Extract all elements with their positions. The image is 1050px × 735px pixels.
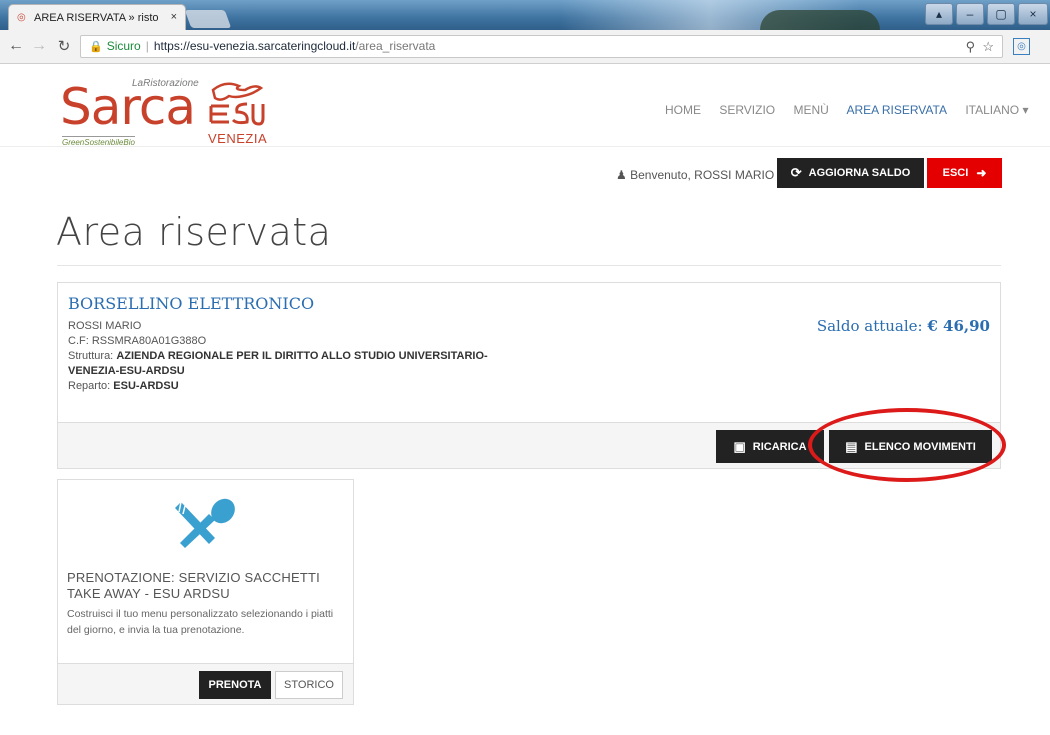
nav-menu[interactable]: MENÙ [793, 103, 828, 117]
elenco-movimenti-label: ELENCO MOVIMENTI [864, 440, 976, 453]
esci-button[interactable]: ESCI ➜ [927, 158, 1002, 188]
wallet-body: BORSELLINO ELETTRONICO ROSSI MARIO C.F: … [58, 283, 1000, 422]
maximize-button[interactable]: ▢ [987, 3, 1015, 25]
window-titlebar: ◎ AREA RISERVATA » risto × ▴ – ▢ × [0, 0, 1050, 30]
winged-lion-icon [209, 82, 265, 126]
reparto-label: Reparto: [68, 380, 111, 392]
nav-language-dropdown[interactable]: ITALIANO ▾ [965, 103, 1028, 117]
lock-icon: 🔒 [89, 41, 103, 53]
url-path: /area_riservata [355, 39, 436, 53]
service-card-description: Costruisci il tuo menu personalizzato se… [67, 608, 334, 636]
esci-label: ESCI [942, 167, 969, 179]
money-icon: ▣ [733, 438, 746, 454]
titlebar-wallpaper-shape [760, 10, 880, 30]
header-divider [0, 146, 1050, 147]
wallet-codice-fiscale: C.F: RSSMRA80A01G388O [68, 335, 207, 347]
extension-icon[interactable]: ◎ [1013, 38, 1030, 55]
welcome-text: ♟ Benvenuto, ROSSI MARIO [616, 168, 774, 182]
logo-subtitle: LaRistorazione [132, 78, 199, 89]
welcome-label: Benvenuto, ROSSI MARIO [630, 168, 775, 182]
key-icon[interactable]: ⚲ [966, 39, 976, 54]
wallet-actions: ▣ RICARICA ▤ ELENCO MOVIMENTI [58, 422, 1000, 468]
title-divider [57, 265, 1001, 266]
list-icon: ▤ [845, 438, 858, 454]
address-separator: | [145, 39, 149, 53]
secure-label: Sicuro [106, 39, 141, 53]
window-menu-button[interactable]: ▴ [925, 3, 953, 25]
page-title: Area riservata [56, 210, 332, 254]
omnibox-actions: ⚲ ☆ [966, 36, 994, 57]
forward-arrow-icon[interactable]: → [29, 37, 49, 55]
ricarica-button[interactable]: ▣ RICARICA [716, 430, 824, 463]
elenco-movimenti-button[interactable]: ▤ ELENCO MOVIMENTI [829, 430, 992, 463]
nav-area-riservata[interactable]: AREA RISERVATA [847, 103, 947, 117]
window-close-button[interactable]: × [1018, 3, 1048, 25]
refresh-icon: ⟳ [790, 165, 802, 180]
minimize-button[interactable]: – [956, 3, 984, 25]
reparto-value: ESU-ARDSU [113, 380, 179, 392]
service-card: PRENOTAZIONE: SERVIZIO SACCHETTI TAKE AW… [57, 479, 354, 705]
browser-tab[interactable]: ◎ AREA RISERVATA » risto × [8, 4, 186, 30]
new-tab-button[interactable] [184, 10, 232, 28]
wallet-reparto: Reparto: ESU-ARDSU [68, 380, 179, 392]
favicon-icon: ◎ [17, 11, 26, 23]
struttura-value-2: VENEZIA-ESU-ARDSU [68, 365, 185, 377]
wallet-panel: BORSELLINO ELETTRONICO ROSSI MARIO C.F: … [57, 282, 1001, 469]
tab-title: AREA RISERVATA » risto [34, 11, 159, 24]
browser-toolbar: ← → ↻ 🔒 Sicuro | https://esu-venezia.sarcat… [0, 30, 1050, 64]
wallet-struttura-cont: VENEZIA-ESU-ARDSU [68, 365, 185, 377]
main-nav: HOME SERVIZIO MENÙ AREA RISERVATA ITALIA… [665, 103, 1043, 117]
ricarica-label: RICARICA [752, 440, 807, 453]
wallet-holder-name: ROSSI MARIO [68, 320, 142, 332]
wallet-struttura: Struttura: AZIENDA REGIONALE PER IL DIRI… [68, 350, 488, 362]
saldo-label: Saldo attuale: [816, 317, 923, 335]
sign-out-icon: ➜ [976, 166, 987, 180]
saldo-attuale: Saldo attuale: € 46,90 [817, 317, 990, 335]
prenota-button[interactable]: PRENOTA [199, 671, 271, 699]
logo-city: VENEZIA [208, 131, 268, 146]
aggiorna-saldo-button[interactable]: ⟳ AGGIORNA SALDO [777, 158, 924, 188]
tab-close-icon[interactable]: × [171, 11, 177, 23]
bookmark-star-icon[interactable]: ☆ [982, 39, 994, 54]
struttura-value-1: AZIENDA REGIONALE PER IL DIRITTO ALLO ST… [116, 350, 488, 362]
url-host: https://esu-venezia.sarcateringcloud.it [153, 39, 356, 53]
aggiorna-saldo-label: AGGIORNA SALDO [808, 167, 911, 179]
nav-servizio[interactable]: SERVIZIO [719, 103, 775, 117]
service-card-body: PRENOTAZIONE: SERVIZIO SACCHETTI TAKE AW… [58, 480, 353, 663]
address-bar[interactable]: 🔒 Sicuro | https://esu-venezia.sarcateringc… [80, 35, 1003, 58]
service-card-title: PRENOTAZIONE: SERVIZIO SACCHETTI TAKE AW… [67, 570, 320, 601]
user-icon: ♟ [616, 168, 627, 182]
struttura-label: Struttura: [68, 350, 114, 362]
saldo-value: € 46,90 [927, 317, 990, 335]
cutlery-icon [175, 498, 235, 548]
nav-home[interactable]: HOME [665, 103, 701, 117]
wallet-title: BORSELLINO ELETTRONICO [68, 294, 315, 313]
reload-icon[interactable]: ↻ [54, 37, 74, 55]
site-logo[interactable]: Sarca LaRistorazione GreenSostenibileBio… [60, 76, 280, 148]
storico-button[interactable]: STORICO [275, 671, 343, 699]
back-arrow-icon[interactable]: ← [6, 37, 26, 55]
service-card-actions: PRENOTA STORICO [58, 663, 353, 704]
